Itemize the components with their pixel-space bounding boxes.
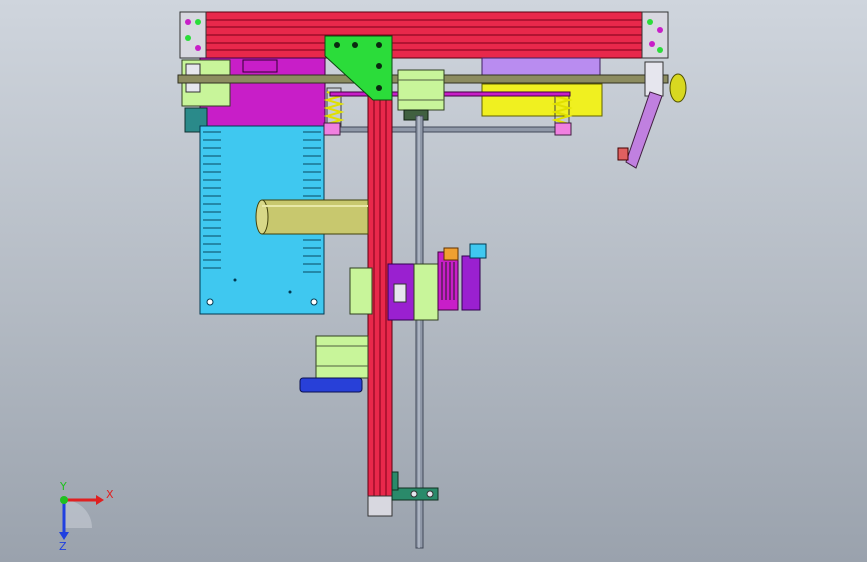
- aluminum-extrusion-top[interactable]: [179, 11, 669, 59]
- cad-model-view[interactable]: [0, 0, 867, 562]
- spool-holder-cylinder[interactable]: [255, 199, 369, 235]
- x-axis-label: X: [106, 488, 114, 501]
- y-axis-dot: [60, 496, 68, 504]
- corner-gusset-plate[interactable]: [324, 35, 393, 101]
- stepper-motor-lower[interactable]: [299, 335, 369, 393]
- y-axis-label: Y: [59, 480, 67, 493]
- linear-guide-rod[interactable]: [415, 115, 424, 549]
- z-axis-label: Z: [59, 540, 67, 550]
- orientation-triad: X Y Z: [59, 480, 114, 550]
- stepper-motor-top[interactable]: [397, 69, 445, 121]
- graphics-viewport[interactable]: X Y Z: [0, 0, 867, 562]
- bottom-rod-clamp[interactable]: [391, 471, 439, 501]
